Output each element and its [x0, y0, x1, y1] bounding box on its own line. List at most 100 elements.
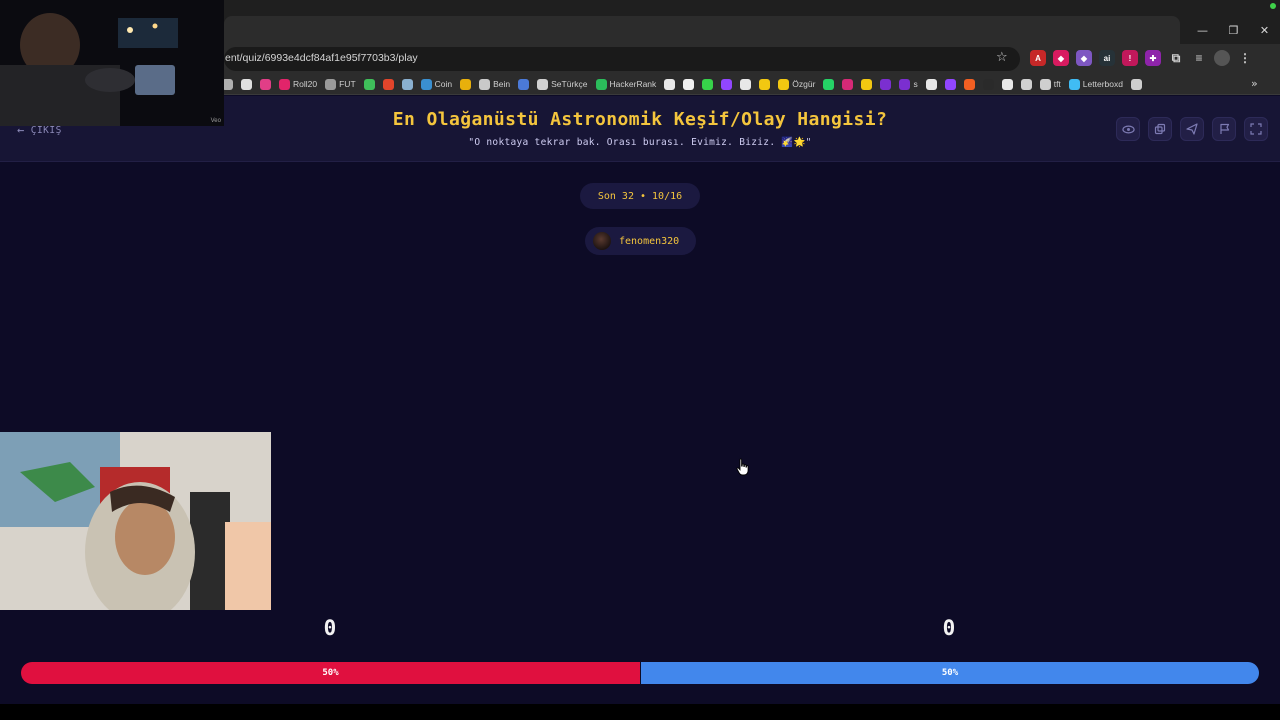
bookmark-label: Bein — [493, 79, 511, 89]
bookmark-favicon-icon — [363, 78, 375, 90]
extension-icon[interactable]: A — [1030, 50, 1046, 66]
webcam-overlay-bottom — [0, 432, 271, 610]
creator-badge[interactable]: fenomen320 — [585, 227, 696, 255]
bookmark-favicon-icon — [241, 78, 252, 90]
bookmark-item[interactable] — [460, 78, 472, 90]
bookmark-item[interactable]: HackerRank — [595, 78, 657, 90]
flag-icon[interactable] — [1212, 117, 1236, 141]
bookmark-favicon-icon — [1130, 78, 1142, 90]
bookmark-favicon-icon — [460, 78, 472, 90]
bookmark-item[interactable] — [880, 78, 892, 90]
bookmark-item[interactable] — [759, 78, 771, 90]
puzzle-icon[interactable]: ⧉ — [1168, 50, 1184, 66]
bookmark-item[interactable]: Bein — [479, 78, 511, 90]
bookmark-favicon-icon — [401, 78, 413, 90]
bookmark-favicon-icon — [861, 78, 873, 90]
shield-icon[interactable]: ◆ — [1076, 50, 1092, 66]
bookmark-item[interactable] — [1020, 78, 1032, 90]
bookmark-favicon-icon — [944, 78, 956, 90]
bookmark-favicon-icon — [325, 78, 337, 90]
hand-cursor-icon — [736, 458, 749, 476]
bookmark-item[interactable]: FUT — [325, 78, 356, 90]
bookmark-favicon-icon — [759, 78, 771, 90]
bookmark-favicon-icon — [925, 78, 937, 90]
url-text[interactable]: ent/quiz/6993e4dcf84af1e95f7703b3/play — [225, 52, 418, 64]
bookmark-item[interactable] — [382, 78, 394, 90]
bookmark-favicon-icon — [595, 78, 607, 90]
bookmark-star-icon[interactable]: ☆ — [996, 50, 1008, 65]
bookmark-item[interactable] — [683, 78, 695, 90]
bookmark-item[interactable] — [861, 78, 873, 90]
left-vote-fill: 50% — [21, 662, 640, 684]
camera-watermark: Veo — [210, 118, 221, 124]
bookmark-item[interactable]: Roll20 — [279, 78, 317, 90]
bookmark-item[interactable]: Özgür — [778, 78, 816, 90]
bookmark-favicon-icon — [842, 78, 854, 90]
bookmark-label: Coin — [434, 79, 453, 89]
bookmark-favicon-icon — [664, 78, 676, 90]
bookmark-label: HackerRank — [609, 79, 657, 89]
extension-icon[interactable]: ✚ — [1145, 50, 1161, 66]
fullscreen-icon[interactable] — [1244, 117, 1268, 141]
extension-icon[interactable]: ◆ — [1053, 50, 1069, 66]
bookmark-item[interactable]: Coin — [420, 78, 453, 90]
bookmark-label: s — [913, 79, 918, 89]
bookmark-item[interactable] — [702, 78, 714, 90]
bookmark-item[interactable] — [721, 78, 733, 90]
bookmark-label: Özgür — [792, 79, 816, 89]
copy-icon[interactable] — [1148, 117, 1172, 141]
webcam-overlay-top: Veo — [0, 0, 224, 126]
extensions-row: A ◆ ◆ ai ! ✚ ⧉ ≡ ⋮ — [1030, 50, 1253, 66]
restore-button[interactable]: ❐ — [1218, 18, 1249, 42]
bookmark-favicon-icon — [518, 78, 530, 90]
bookmark-item[interactable] — [363, 78, 375, 90]
bookmark-item[interactable]: tft — [1039, 78, 1061, 90]
right-vote-fill: 50% — [640, 662, 1259, 684]
taskbar-edge — [0, 704, 1280, 720]
bookmark-item[interactable] — [518, 78, 530, 90]
bookmark-item[interactable] — [944, 78, 956, 90]
bookmark-label: SeTürkçe — [551, 79, 588, 89]
bookmark-favicon-icon — [479, 78, 491, 90]
bookmark-favicon-icon — [899, 78, 911, 90]
bookmark-favicon-icon — [1020, 78, 1032, 90]
vote-split-bar: 50% 50% — [21, 662, 1259, 684]
minimize-button[interactable]: — — [1187, 18, 1218, 42]
avatar — [593, 232, 611, 250]
bookmark-favicon-icon — [963, 78, 975, 90]
bookmark-item[interactable]: Letterboxd — [1068, 78, 1123, 90]
bookmark-favicon-icon — [1001, 78, 1013, 90]
bookmark-item[interactable]: s — [899, 78, 918, 90]
bookmark-item[interactable] — [823, 78, 835, 90]
bookmark-favicon-icon — [778, 78, 790, 90]
bookmark-label: tft — [1053, 79, 1061, 89]
bookmark-item[interactable] — [963, 78, 975, 90]
bookmark-item[interactable] — [1130, 78, 1142, 90]
bookmark-item[interactable] — [925, 78, 937, 90]
menu-icon[interactable]: ⋮ — [1237, 50, 1253, 66]
bookmark-item[interactable] — [664, 78, 676, 90]
bookmark-favicon-icon — [740, 78, 752, 90]
eye-icon[interactable] — [1116, 117, 1140, 141]
close-button[interactable]: ✕ — [1249, 18, 1280, 42]
browser-tab-strip[interactable] — [224, 16, 1180, 44]
bookmark-favicon-icon — [1039, 78, 1051, 90]
bookmark-item[interactable] — [241, 78, 252, 90]
extension-icon[interactable]: ai — [1099, 50, 1115, 66]
more-bookmarks-icon[interactable]: » — [1251, 77, 1258, 90]
bookmark-item[interactable] — [982, 78, 994, 90]
profile-avatar-icon[interactable] — [1214, 50, 1230, 66]
extension-icon[interactable]: ! — [1122, 50, 1138, 66]
bookmark-favicon-icon — [880, 78, 892, 90]
bookmark-item[interactable] — [1001, 78, 1013, 90]
bookmark-item[interactable] — [842, 78, 854, 90]
bookmark-favicon-icon — [982, 78, 994, 90]
send-icon[interactable] — [1180, 117, 1204, 141]
status-indicator — [1270, 3, 1276, 9]
bookmark-item[interactable] — [260, 78, 271, 90]
bookmark-favicon-icon — [279, 78, 290, 90]
bookmark-item[interactable] — [740, 78, 752, 90]
bookmark-item[interactable] — [401, 78, 413, 90]
bookmark-item[interactable]: SeTürkçe — [537, 78, 588, 90]
media-icon[interactable]: ≡ — [1191, 50, 1207, 66]
